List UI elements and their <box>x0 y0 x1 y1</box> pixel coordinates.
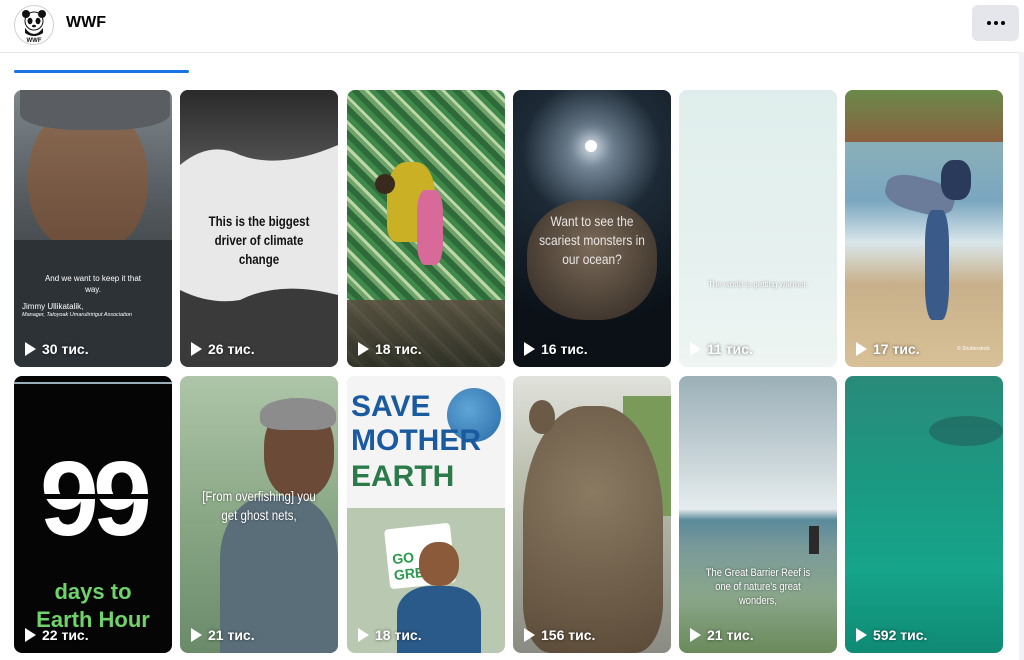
play-icon <box>524 342 535 356</box>
play-icon <box>191 628 202 642</box>
play-icon <box>25 342 36 356</box>
video-caption: [From overfishing] you get ghost nets, <box>202 488 316 523</box>
more-options-button[interactable] <box>972 5 1019 41</box>
wwf-panda-logo[interactable]: WWF <box>14 5 54 45</box>
video-card[interactable]: 18 тис. <box>347 90 505 367</box>
page-header: WWF WWF <box>0 0 1024 53</box>
video-caption: Want to see the scariest monsters in our… <box>539 213 645 267</box>
video-caption: days to <box>54 579 132 604</box>
video-card[interactable]: This is the biggest driver of climate ch… <box>180 90 338 367</box>
play-icon <box>358 628 369 642</box>
view-count: 17 тис. <box>856 341 920 357</box>
video-caption: The Great Barrier Reef is one of nature'… <box>705 567 811 607</box>
view-count: 21 тис. <box>690 627 754 643</box>
play-icon <box>524 628 535 642</box>
countdown-number: 99 <box>40 440 152 558</box>
copyright-badge: © Shutterstock <box>957 346 990 352</box>
scrollbar[interactable] <box>1019 52 1024 660</box>
protest-sign-text: MOTHER <box>351 424 481 457</box>
video-caption: And we want to keep it that way. <box>44 274 142 294</box>
video-card[interactable]: SAVE MOTHER EARTH GO GREEN 18 тис. <box>347 376 505 653</box>
video-caption: This is the biggest driver of climate ch… <box>208 213 310 267</box>
more-horizontal-icon <box>986 21 1005 25</box>
page-title[interactable]: WWF <box>66 14 106 32</box>
view-count: 30 тис. <box>25 341 89 357</box>
play-icon <box>690 628 701 642</box>
view-count: 26 тис. <box>191 341 255 357</box>
view-count: 22 тис. <box>25 627 89 643</box>
person-title: Manager, Taloyoak Umaruliririgut Associa… <box>22 312 132 318</box>
video-card[interactable]: 99 days to Earth Hour 22 тис. <box>14 376 172 653</box>
video-caption: The world is getting warmer. <box>707 280 809 289</box>
video-card[interactable]: © Shutterstock 17 тис. <box>845 90 1003 367</box>
protest-sign-text: EARTH <box>351 460 455 493</box>
logo-text: WWF <box>27 38 42 44</box>
video-card[interactable]: 592 тис. <box>845 376 1003 653</box>
view-count: 18 тис. <box>358 627 422 643</box>
view-count: 156 тис. <box>524 627 595 643</box>
video-card[interactable]: The world is getting warmer. 11 тис. <box>679 90 837 367</box>
play-icon <box>856 342 867 356</box>
play-icon <box>690 342 701 356</box>
protest-sign-text: SAVE <box>351 390 431 423</box>
play-icon <box>856 628 867 642</box>
view-count: 21 тис. <box>191 627 255 643</box>
view-count: 592 тис. <box>856 627 927 643</box>
play-icon <box>191 342 202 356</box>
play-icon <box>25 628 36 642</box>
video-card[interactable]: [From overfishing] you get ghost nets, 2… <box>180 376 338 653</box>
view-count: 18 тис. <box>358 341 422 357</box>
video-card[interactable]: 156 тис. <box>513 376 671 653</box>
view-count: 11 тис. <box>690 341 753 357</box>
person-name: Jimmy Ullikatalik, <box>22 302 84 311</box>
video-card[interactable]: The Great Barrier Reef is one of nature'… <box>679 376 837 653</box>
video-card[interactable]: And we want to keep it that way. Jimmy U… <box>14 90 172 367</box>
view-count: 16 тис. <box>524 341 588 357</box>
active-tab-indicator <box>14 70 189 73</box>
play-icon <box>358 342 369 356</box>
video-card[interactable]: Want to see the scariest monsters in our… <box>513 90 671 367</box>
